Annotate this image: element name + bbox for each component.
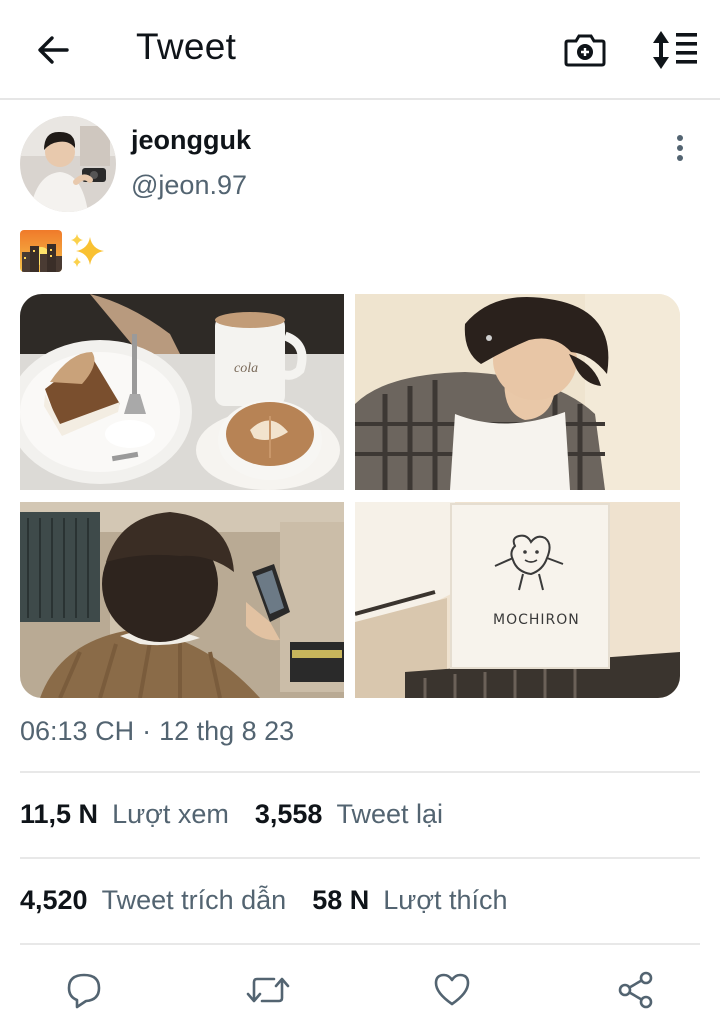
page-title: Tweet [136,26,237,67]
more-options-button[interactable] [664,130,696,166]
photo-man-plaid[interactable] [355,294,680,490]
stats-row-2: 4,520 Tweet trích dẫn 58 N Lượt thích [20,885,534,916]
arrow-left-icon [38,36,69,64]
avatar[interactable] [20,116,116,212]
retweets-label[interactable]: Tweet lại [336,799,443,830]
tweet-timestamp[interactable]: 06:13 CH · 12 thg 8 23 [20,716,294,747]
avatar-photo [20,116,116,212]
back-button[interactable] [28,25,78,75]
tweet-text [20,230,108,272]
divider [20,857,700,859]
retweet-icon [246,977,290,1003]
action-bar [0,962,720,1018]
tweet-time: 06:13 CH [20,716,135,746]
stats-row-1: 11,5 N Lượt xem 3,558 Tweet lại [20,799,469,830]
sort-lines-icon [653,31,697,69]
sort-button[interactable] [650,27,700,73]
share-icon [618,971,653,1009]
tweet-date: 12 thg 8 23 [159,716,295,746]
sparkles-emoji [68,231,108,271]
timestamp-separator: · [142,716,152,746]
photo-mochiron-sign[interactable]: MOCHIRON [355,502,680,698]
camera-button[interactable] [562,27,608,73]
reply-icon [67,973,101,1009]
divider [20,771,700,773]
like-icon [434,973,470,1006]
quotes-label[interactable]: Tweet trích dẫn [102,885,287,916]
more-vertical-icon [677,135,683,161]
sunset-city-emoji [20,230,62,272]
cup-brand-text: cola [234,361,258,376]
likes-count[interactable]: 58 N [312,885,369,916]
views-label: Lượt xem [112,799,229,829]
like-button[interactable] [428,966,476,1014]
top-bar: Tweet [0,0,720,100]
photo-cake-coffee[interactable]: cola [20,294,344,490]
camera-plus-icon [564,34,606,67]
media-grid: cola MOCHIRON [20,294,680,698]
reply-button[interactable] [60,966,108,1014]
user-handle[interactable]: @jeon.97 [131,170,247,201]
divider [20,943,700,945]
views-count: 11,5 N [20,799,99,829]
sign-text: MOCHIRON [493,612,580,628]
quotes-count[interactable]: 4,520 [20,885,88,916]
retweet-button[interactable] [244,966,292,1014]
display-name[interactable]: jeongguk [131,125,251,156]
retweets-count[interactable]: 3,558 [255,799,323,830]
photo-station-phone[interactable] [20,502,344,698]
share-button[interactable] [612,966,660,1014]
likes-label[interactable]: Lượt thích [383,885,507,916]
